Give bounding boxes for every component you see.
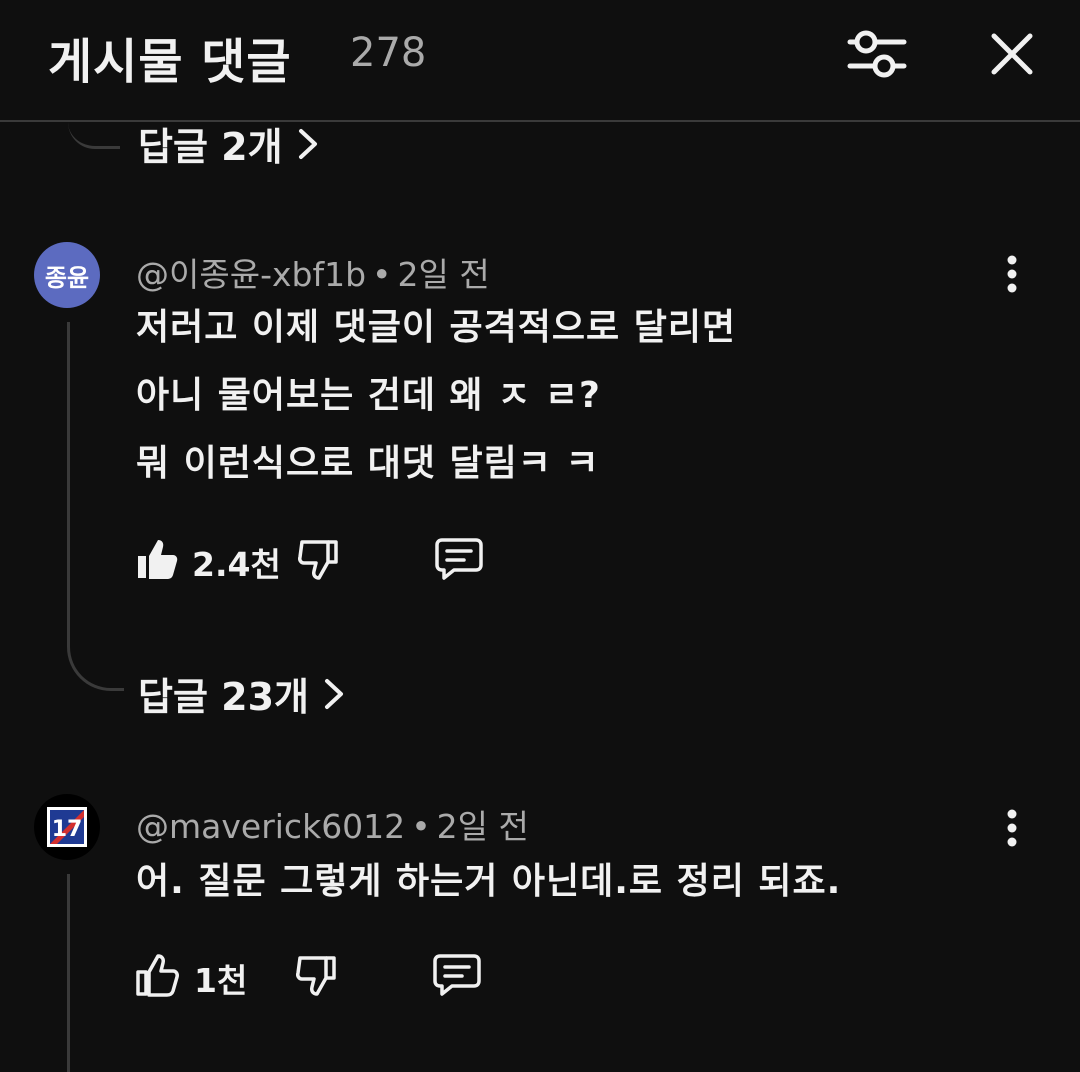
chevron-right-icon: [298, 128, 317, 159]
comment-author[interactable]: @이종윤-xbf1b: [136, 255, 366, 294]
like-button[interactable]: [134, 536, 180, 586]
avatar-logo: 17: [47, 807, 87, 847]
comment-meta: @maverick6012 • 2일 전: [136, 800, 529, 848]
like-count: 1천: [194, 961, 248, 1000]
comment-meta: @이종윤-xbf1b • 2일 전: [136, 248, 490, 296]
page-title: 게시물 댓글: [48, 34, 292, 90]
view-replies-button[interactable]: 답글 23개: [138, 666, 345, 721]
comments-header: 게시물 댓글 278: [0, 0, 1080, 122]
avatar[interactable]: 17: [34, 794, 100, 860]
thread-line: [67, 874, 70, 1072]
thumb-down-icon: [296, 956, 336, 996]
avatar[interactable]: 종윤: [34, 242, 100, 308]
thread-line: [67, 322, 70, 632]
comment-time: 2일 전: [436, 807, 529, 846]
comment-line: 아니 물어보는 건데 왜 ㅈ ㄹ?: [136, 375, 601, 416]
comment-author[interactable]: @maverick6012: [136, 807, 405, 846]
view-replies-button[interactable]: 답글 2개: [138, 116, 319, 171]
comments-panel: 게시물 댓글 278 답글 2개 종윤 @이종윤-xbf1b • 2일 전 저러…: [0, 0, 1080, 1072]
reply-button[interactable]: [432, 952, 482, 1002]
filter-sliders-icon: [847, 30, 907, 78]
meta-separator: •: [372, 255, 392, 294]
dislike-button[interactable]: [296, 536, 342, 586]
like-button[interactable]: [134, 952, 180, 1002]
avatar-initials: 종윤: [44, 263, 90, 292]
meta-separator: •: [411, 807, 431, 846]
avatar-initials: 17: [52, 817, 83, 842]
dislike-button[interactable]: [294, 952, 340, 1002]
chevron-right-icon: [325, 678, 343, 709]
close-icon: [991, 33, 1033, 75]
thumb-up-icon: [138, 540, 178, 579]
thread-connector: [68, 122, 120, 149]
like-count: 2.4천: [192, 545, 281, 584]
comment-count: 278: [350, 30, 427, 76]
thumb-up-icon: [136, 954, 179, 997]
more-options-button[interactable]: [1002, 808, 1022, 848]
close-button[interactable]: [984, 26, 1040, 82]
comment-time: 2일 전: [397, 255, 490, 294]
comment-line: 저러고 이제 댓글이 공격적으로 달리면: [136, 307, 737, 348]
thumb-down-icon: [298, 540, 338, 580]
more-vert-icon: [1007, 809, 1017, 847]
reply-comment-icon: [435, 538, 483, 580]
comment-line: 뭐 이런식으로 대댓 달림ㅋ ㅋ: [136, 443, 600, 484]
more-options-button[interactable]: [1002, 254, 1022, 294]
comment-text: 저러고 이제 댓글이 공격적으로 달리면 아니 물어보는 건데 왜 ㅈ ㄹ? 뭐…: [136, 294, 736, 498]
replies-label: 답글 2개: [138, 125, 283, 169]
more-vert-icon: [1007, 255, 1017, 293]
reply-comment-icon: [433, 954, 481, 996]
filter-button[interactable]: [846, 26, 908, 82]
comment-text: 어. 질문 그렇게 하는거 아닌데.로 정리 되죠.: [136, 848, 841, 916]
comment-line: 어. 질문 그렇게 하는거 아닌데.로 정리 되죠.: [136, 861, 842, 902]
replies-label: 답글 23개: [138, 675, 309, 719]
reply-button[interactable]: [434, 536, 484, 586]
thread-connector: [67, 632, 124, 691]
